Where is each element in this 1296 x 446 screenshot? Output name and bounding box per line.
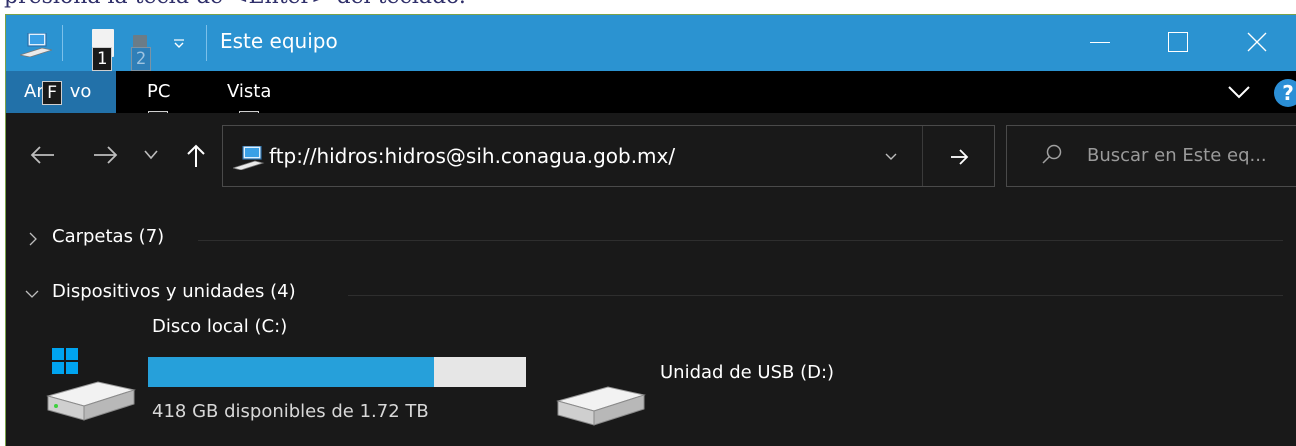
keytip-2: 2 [131, 47, 151, 71]
back-arrow-icon[interactable] [30, 143, 56, 167]
close-icon [1247, 32, 1267, 52]
maximize-icon [1168, 32, 1188, 52]
group-label: Carpetas (7) [52, 226, 165, 247]
drive-name: Disco local (C:) [152, 316, 288, 337]
drive-name: Unidad de USB (D:) [660, 362, 835, 383]
recent-locations-chevron-icon[interactable] [143, 149, 159, 161]
keytip-1: 1 [92, 47, 112, 71]
address-text[interactable]: ftp://hidros:hidros@sih.conagua.gob.mx/ [269, 144, 675, 168]
tab-pc[interactable]: PC [147, 71, 170, 113]
address-history-chevron-icon[interactable] [884, 152, 898, 162]
tab-vista[interactable]: Vista [227, 71, 271, 113]
minimize-button[interactable] [1061, 15, 1139, 71]
storage-usage-fill [148, 357, 435, 387]
separator [922, 126, 923, 186]
forward-arrow-icon[interactable] [92, 143, 118, 167]
title-bar: 1 2 Este equipo [6, 15, 1296, 71]
separator [62, 25, 63, 61]
window-title: Este equipo [220, 29, 338, 53]
storage-usage-bar [148, 357, 526, 387]
separator [206, 25, 207, 61]
tab-file-label-start: Ar [24, 81, 44, 102]
usb-drive-icon [556, 386, 646, 426]
search-box[interactable]: Buscar en Este eq... [1006, 125, 1296, 187]
this-pc-icon[interactable] [20, 33, 52, 57]
chevron-right-icon [29, 232, 37, 246]
windows-drive-icon [46, 348, 136, 421]
close-button[interactable] [1217, 15, 1295, 71]
expand-ribbon-chevron-icon[interactable] [1226, 83, 1252, 101]
this-pc-icon [233, 146, 265, 170]
go-arrow-icon[interactable] [949, 148, 969, 166]
content-area: Carpetas (7) Dispositivos y unidades (4)… [6, 200, 1296, 446]
ribbon: Ar vo F PC Vista ? [6, 71, 1296, 113]
keytip-f: F [42, 81, 62, 105]
chevron-down-icon [25, 290, 39, 298]
file-explorer-window: 1 2 Este equipo Ar vo F PC Vista ? ftp:/… [5, 14, 1296, 446]
maximize-button[interactable] [1139, 15, 1217, 71]
address-bar[interactable]: ftp://hidros:hidros@sih.conagua.gob.mx/ [222, 125, 995, 187]
up-arrow-icon[interactable] [186, 143, 206, 169]
document-text: presiona la tecla de <Enter> del teclado… [4, 0, 466, 9]
group-divider [348, 295, 1283, 296]
minimize-icon [1090, 42, 1110, 43]
tab-file-label-end: vo [69, 81, 92, 102]
help-icon[interactable]: ? [1274, 79, 1296, 107]
search-icon [1042, 144, 1062, 164]
group-divider [198, 240, 1283, 241]
navigation-bar: ftp://hidros:hidros@sih.conagua.gob.mx/ … [6, 113, 1296, 298]
drive-free-space: 418 GB disponibles de 1.72 TB [152, 401, 429, 422]
search-placeholder[interactable]: Buscar en Este eq... [1087, 145, 1267, 166]
customize-toolbar-chevron-icon[interactable] [173, 38, 185, 50]
group-label: Dispositivos y unidades (4) [52, 281, 296, 302]
